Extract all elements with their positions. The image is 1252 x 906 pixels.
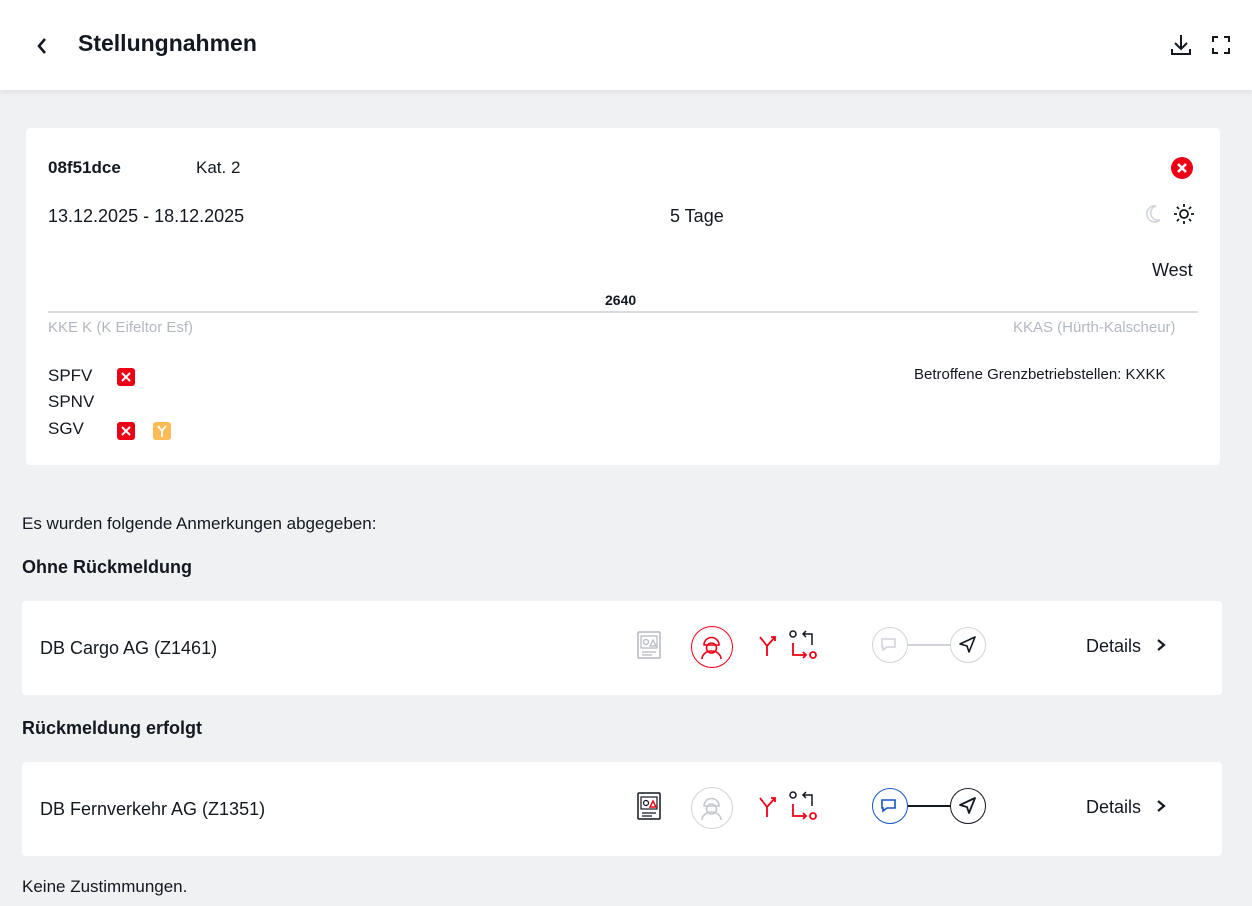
- download-icon: [1171, 35, 1191, 55]
- details-button[interactable]: Details: [1086, 797, 1168, 818]
- send-icon: [950, 627, 986, 663]
- measure-card: 08f51dce Kat. 2 13.12.2025 - 18.12.2025 …: [26, 128, 1220, 465]
- date-range: 13.12.2025 - 18.12.2025: [48, 206, 245, 226]
- chevron-right-icon: [1157, 800, 1166, 812]
- traffic-type-spnv: SPNV: [48, 392, 95, 411]
- blocked-tag: [117, 422, 135, 440]
- chevron-right-icon: [1157, 639, 1166, 651]
- branch-icon: [756, 790, 782, 820]
- track-line: [48, 311, 1198, 313]
- page-title: Stellungnahmen: [78, 30, 257, 56]
- section-heading-no-feedback: Ohne Rückmeldung: [22, 557, 193, 577]
- blocked-tag: [117, 368, 135, 386]
- company-name: DB Cargo AG (Z1461): [40, 638, 218, 658]
- list-item: DB Cargo AG (Z1461) Details: [22, 601, 1222, 695]
- top-bar: Stellungnahmen: [0, 0, 1252, 90]
- measure-category: Kat. 2: [196, 158, 241, 177]
- list-item: DB Fernverkehr AG (Z1351) Details: [22, 762, 1222, 856]
- construction-worker-icon: [691, 787, 733, 829]
- reroute-icon: [788, 790, 818, 824]
- track-km: 2640: [605, 292, 637, 308]
- company-name: DB Fernverkehr AG (Z1351): [40, 799, 266, 819]
- email-warning-icon: [636, 629, 662, 661]
- footer-text: Keine Zustimmungen.: [22, 877, 188, 896]
- traffic-type-sgv: SGV: [48, 419, 84, 438]
- status-connector: [908, 644, 950, 646]
- construction-worker-icon: [691, 626, 733, 668]
- details-label: Details: [1086, 797, 1142, 817]
- reroute-icon: [788, 629, 818, 663]
- station-end: KKAS (Hürth-Kalscheur): [1013, 319, 1176, 336]
- details-label: Details: [1086, 636, 1142, 656]
- duration: 5 Tage: [670, 206, 724, 226]
- diversion-tag: [153, 422, 171, 440]
- moon-icon: [1142, 202, 1164, 226]
- fullscreen-icon: [1212, 36, 1230, 54]
- section-heading-feedback-done: Rückmeldung erfolgt: [22, 718, 203, 738]
- measure-id: 08f51dce: [48, 158, 121, 177]
- email-warning-icon: [636, 790, 662, 822]
- back-button[interactable]: [30, 32, 54, 60]
- chat-icon: [872, 788, 908, 824]
- station-start: KKE K (K Eifeltor Esf): [48, 319, 194, 336]
- status-connector: [908, 805, 950, 807]
- intro-text: Es wurden folgende Anmerkungen abgegeben…: [22, 514, 377, 533]
- traffic-type-spfv: SPFV: [48, 366, 93, 385]
- details-button[interactable]: Details: [1086, 636, 1168, 657]
- branch-icon: [756, 629, 782, 659]
- download-button[interactable]: [1168, 32, 1194, 58]
- border-stations: Betroffene Grenzbetriebstellen: KXKK: [914, 366, 1166, 383]
- direction: West: [1152, 260, 1193, 280]
- chat-icon: [872, 627, 908, 663]
- sun-icon: [1172, 202, 1196, 226]
- close-circle-icon: [1171, 157, 1193, 179]
- send-icon: [950, 788, 986, 824]
- chevron-left-icon: [37, 38, 46, 54]
- cancel-status-button[interactable]: [1170, 156, 1194, 180]
- fullscreen-button[interactable]: [1208, 32, 1234, 58]
